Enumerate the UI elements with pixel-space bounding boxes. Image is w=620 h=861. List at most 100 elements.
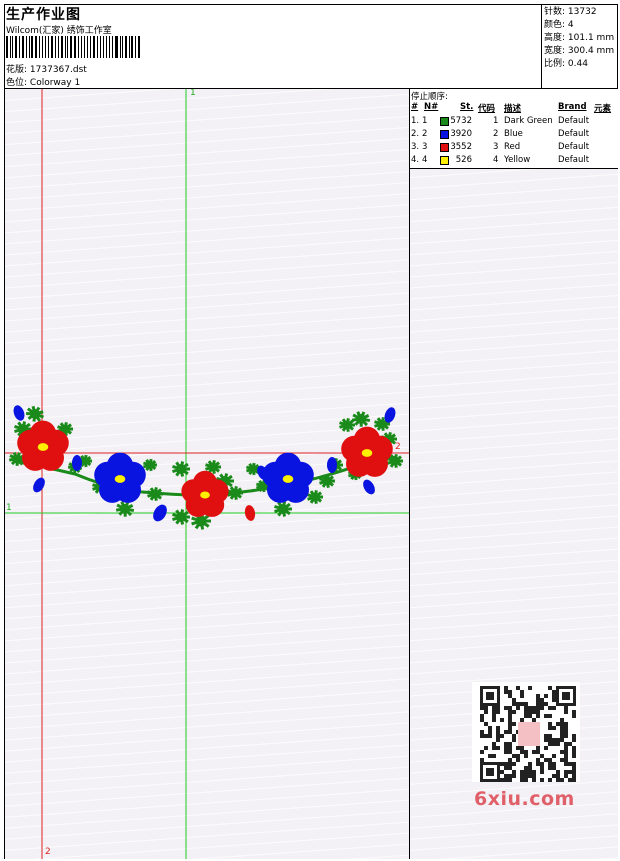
qr-module	[564, 770, 568, 774]
qr-code-image	[480, 686, 576, 782]
qr-module	[528, 774, 532, 778]
stop-row: 4. 4 526 4 Yellow Default	[410, 154, 618, 167]
page-title: 生产作业图	[6, 7, 81, 23]
qr-module	[536, 758, 540, 762]
qr-module	[548, 766, 552, 770]
qr-module	[488, 730, 492, 734]
barcode-bar	[83, 36, 86, 58]
qr-module	[484, 710, 488, 714]
qr-module	[524, 750, 528, 754]
qr-module	[524, 774, 528, 778]
barcode-bar	[39, 36, 40, 58]
barcode-bar	[19, 36, 21, 58]
qr-module	[516, 702, 520, 706]
color-swatch	[440, 130, 449, 139]
qr-module	[500, 762, 504, 766]
qr-module	[504, 774, 508, 778]
barcode-bar	[60, 36, 63, 58]
stop-description: Yellow	[504, 155, 531, 165]
barcode-bar	[12, 36, 14, 58]
leaf-center	[146, 461, 154, 469]
qr-module	[548, 758, 552, 762]
guide-label-left: 1	[6, 503, 12, 513]
qr-module	[504, 762, 508, 766]
qr-module	[572, 770, 576, 774]
stop-description: Dark Green	[504, 116, 553, 126]
qr-module	[564, 742, 568, 746]
leaf-center	[176, 512, 186, 522]
qr-module	[488, 726, 492, 730]
qr-module	[536, 698, 540, 702]
colorway-value: Colorway 1	[29, 78, 81, 88]
color-swatch	[440, 143, 449, 152]
qr-module	[532, 718, 536, 722]
leaf-center	[310, 492, 320, 502]
design-canvas[interactable]: 1 1 2 2	[5, 89, 409, 859]
barcode-bar	[89, 36, 91, 58]
qr-module	[536, 694, 540, 698]
qr-module	[508, 758, 512, 762]
stop-code: 3	[493, 142, 499, 152]
stop-stitches: 3552	[450, 142, 472, 152]
qr-module	[512, 710, 516, 714]
leaf-center	[230, 488, 240, 498]
qr-module	[536, 706, 540, 710]
col-header-desc: 描述	[504, 104, 522, 114]
leaf-center	[322, 476, 332, 486]
qr-module	[568, 762, 572, 766]
qr-module	[552, 690, 556, 694]
barcode-bar	[74, 36, 76, 58]
qr-module	[508, 722, 512, 726]
guide-label-right: 2	[395, 442, 401, 452]
qr-module	[508, 730, 512, 734]
barcode-bar	[134, 36, 136, 58]
barcode-bar	[80, 36, 82, 58]
qr-module	[524, 766, 528, 770]
barcode-bar	[25, 36, 27, 58]
qr-module	[508, 746, 512, 750]
flower-bud	[327, 457, 337, 473]
qr-module	[528, 710, 532, 714]
barcode-bar	[44, 36, 47, 58]
col-header-code: 代码	[478, 104, 496, 114]
qr-module	[560, 778, 564, 782]
qr-module	[552, 698, 556, 702]
qr-module	[508, 778, 512, 782]
design-file-value: 1737367.dst	[29, 65, 87, 75]
qr-module	[504, 730, 508, 734]
stop-brand: Default	[558, 155, 590, 165]
barcode-bar	[55, 36, 57, 58]
qr-module	[492, 754, 496, 758]
qr-module	[544, 702, 548, 706]
qr-module	[572, 750, 576, 754]
flower-bud	[13, 405, 25, 421]
embroidery-design	[5, 89, 409, 859]
stop-num: 3.	[411, 142, 420, 152]
flower-center	[200, 491, 210, 499]
flower-bud	[33, 477, 45, 493]
qr-module	[504, 778, 508, 782]
qr-module	[520, 778, 524, 782]
stop-needle: 4	[422, 155, 428, 165]
stop-num: 4.	[411, 155, 420, 165]
flower-center	[114, 475, 126, 483]
qr-module	[512, 762, 516, 766]
barcode-bar	[108, 36, 111, 58]
stop-sequence-title: 停止顺序:	[411, 92, 448, 102]
stop-num: 1.	[411, 116, 420, 126]
qr-module	[504, 750, 508, 754]
qr-module	[492, 710, 496, 714]
qr-module	[484, 722, 488, 726]
barcode-bar	[48, 36, 50, 58]
qr-module	[500, 734, 504, 738]
barcode-bar	[106, 36, 107, 58]
qr-module	[532, 770, 536, 774]
qr-module	[536, 762, 540, 766]
qr-module	[512, 754, 516, 758]
blue-flower-left	[94, 452, 146, 503]
qr-module	[568, 742, 572, 746]
qr-module	[552, 766, 556, 770]
barcode-bar	[87, 36, 88, 58]
qr-module	[544, 758, 548, 762]
qr-module	[564, 710, 568, 714]
